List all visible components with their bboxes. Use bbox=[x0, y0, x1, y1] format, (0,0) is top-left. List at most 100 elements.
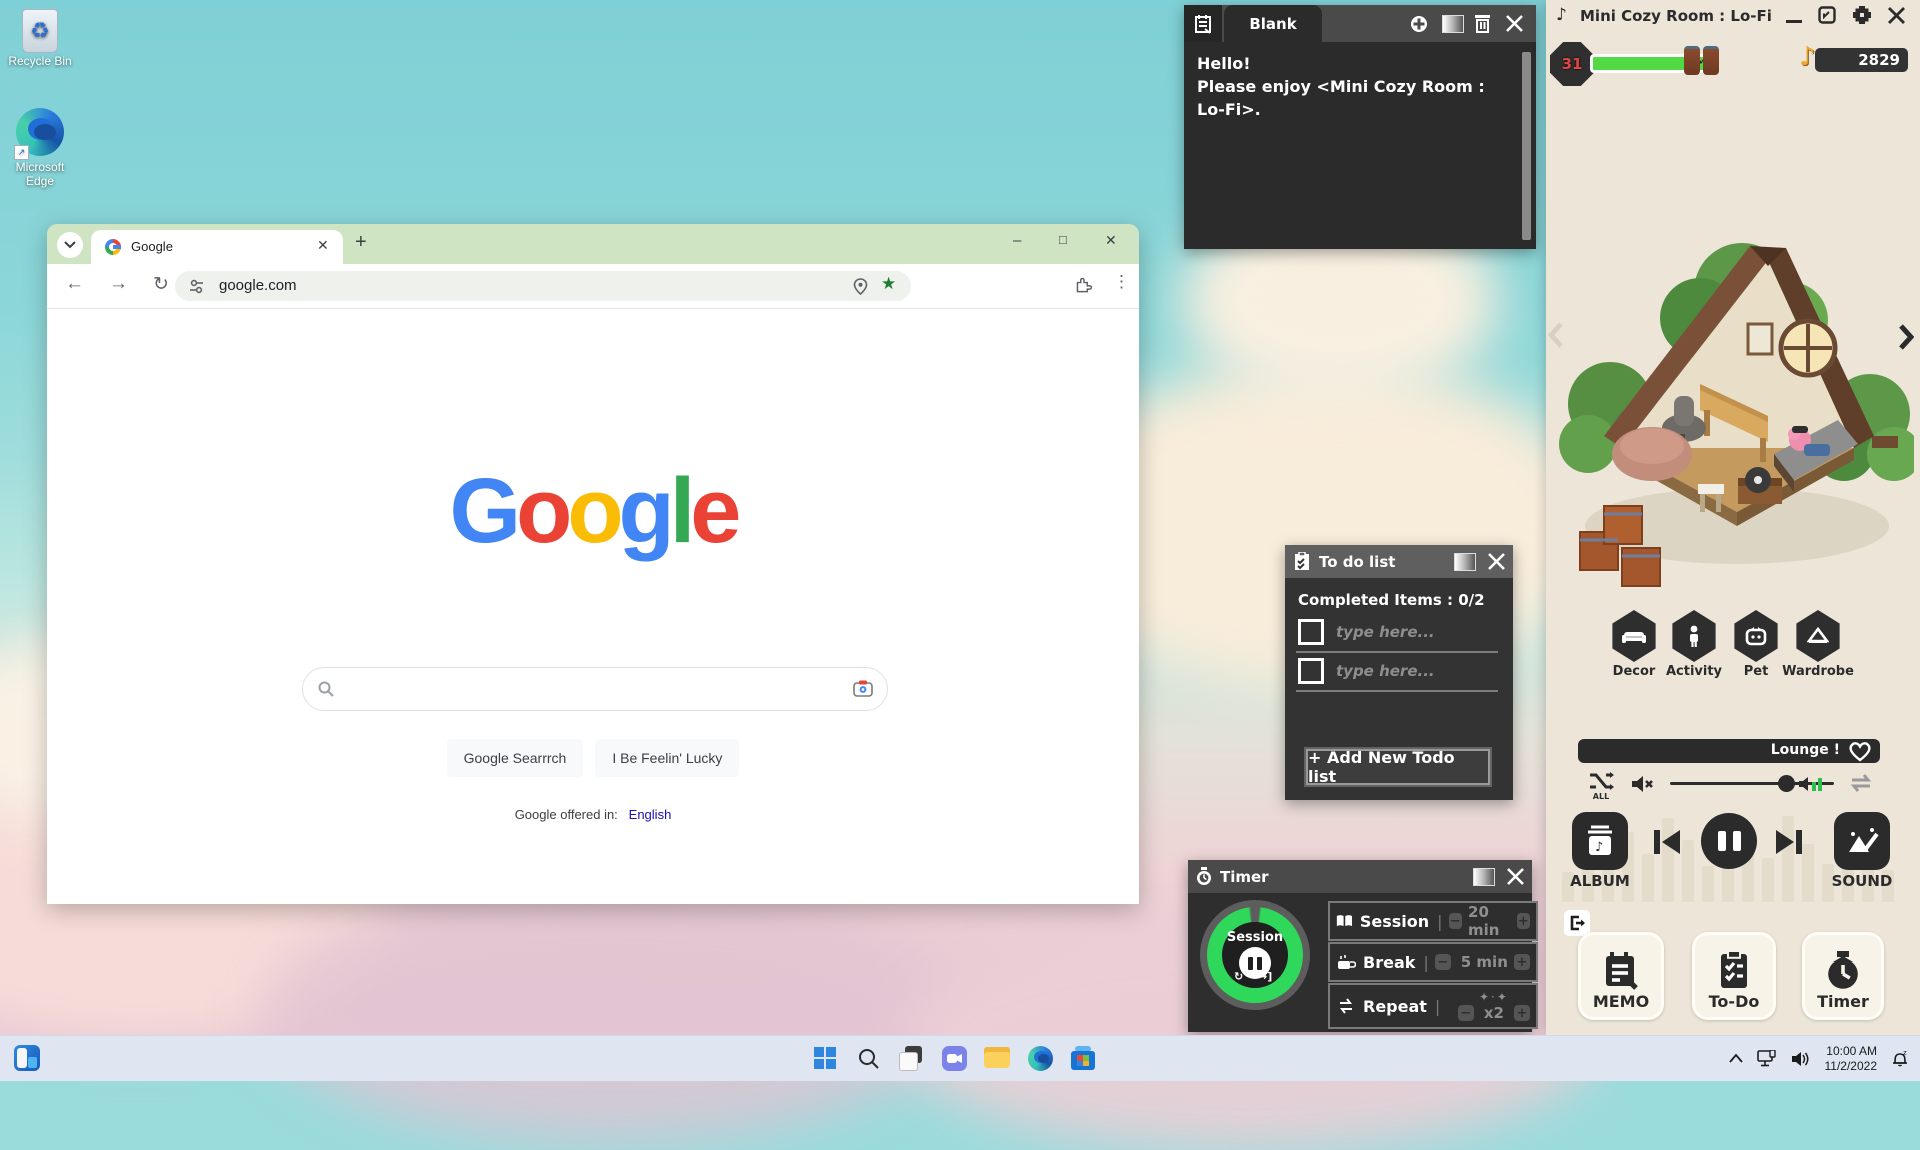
google-search-button[interactable]: Google Searrrch bbox=[447, 739, 584, 777]
browser-tab[interactable]: Google ✕ bbox=[91, 230, 343, 264]
plus-button[interactable]: + bbox=[1514, 954, 1530, 970]
task-view-button[interactable] bbox=[898, 1045, 924, 1071]
settings-gear-icon[interactable] bbox=[1852, 5, 1872, 25]
window-maximize-button[interactable]: □ bbox=[1059, 232, 1067, 247]
minus-button[interactable]: − bbox=[1435, 954, 1451, 970]
desktop-icon-recycle-bin[interactable]: ♻ Recycle Bin bbox=[2, 8, 78, 68]
memo-scrollbar[interactable] bbox=[1522, 52, 1531, 240]
volume-slider-knob[interactable] bbox=[1778, 775, 1795, 792]
start-button[interactable] bbox=[812, 1045, 838, 1071]
timer-titlebar[interactable]: Timer bbox=[1188, 860, 1532, 893]
timer-session-row: Session | − 20 min + bbox=[1328, 901, 1538, 941]
forward-icon[interactable]: → bbox=[109, 273, 128, 295]
camera-search-icon[interactable] bbox=[853, 680, 873, 698]
activity-button[interactable] bbox=[1670, 610, 1718, 662]
bookmark-star-icon[interactable]: ★ bbox=[881, 274, 896, 294]
widgets-button[interactable] bbox=[14, 1045, 40, 1071]
minimize-icon[interactable] bbox=[1786, 20, 1802, 23]
add-memo-icon[interactable] bbox=[1410, 15, 1428, 33]
timer-tool-button[interactable]: Timer bbox=[1802, 932, 1884, 1020]
store-button[interactable] bbox=[1070, 1045, 1096, 1071]
wardrobe-button[interactable] bbox=[1794, 610, 1842, 662]
sound-button[interactable] bbox=[1834, 812, 1890, 870]
decor-button[interactable] bbox=[1610, 610, 1658, 662]
tab-close-icon[interactable]: ✕ bbox=[317, 237, 329, 254]
plus-button[interactable]: + bbox=[1514, 1005, 1530, 1021]
location-icon[interactable] bbox=[853, 278, 868, 295]
stopwatch-icon bbox=[1196, 867, 1212, 886]
todo-tool-button[interactable]: To-Do bbox=[1692, 932, 1776, 1020]
file-explorer-button[interactable] bbox=[984, 1045, 1010, 1071]
trash-icon[interactable] bbox=[1474, 14, 1491, 33]
feeling-lucky-button[interactable]: I Be Feelin' Lucky bbox=[595, 739, 739, 777]
window-close-button[interactable]: ✕ bbox=[1105, 232, 1117, 249]
desktop-icon-edge[interactable]: ↗ Microsoft Edge bbox=[2, 104, 78, 188]
close-icon[interactable] bbox=[1507, 868, 1524, 885]
volume-tray-icon[interactable] bbox=[1791, 1051, 1811, 1067]
todo-checkbox[interactable] bbox=[1298, 658, 1324, 684]
loop-icon[interactable] bbox=[1848, 772, 1874, 794]
capture-icon[interactable] bbox=[1818, 6, 1836, 24]
heart-icon[interactable] bbox=[1848, 740, 1872, 762]
todo-checkbox[interactable] bbox=[1298, 619, 1324, 645]
opacity-icon[interactable] bbox=[1473, 868, 1495, 886]
window-minimize-button[interactable]: – bbox=[1013, 232, 1021, 249]
tray-chevron-icon[interactable] bbox=[1729, 1054, 1743, 1063]
google-favicon bbox=[105, 239, 121, 255]
playlist-banner[interactable]: Lounge ! bbox=[1578, 739, 1880, 763]
search-icon bbox=[318, 681, 334, 697]
reload-icon[interactable]: ↻ bbox=[153, 273, 169, 296]
mute-icon[interactable] bbox=[1630, 774, 1654, 794]
edge-taskbar-button[interactable] bbox=[1027, 1045, 1053, 1071]
barrels-icon[interactable] bbox=[1684, 46, 1719, 75]
timer-restart-icon[interactable]: ↻ bbox=[1234, 970, 1243, 983]
pet-button[interactable] bbox=[1732, 610, 1780, 662]
shuffle-icon bbox=[1588, 770, 1614, 792]
exit-room-button[interactable] bbox=[1564, 910, 1590, 936]
address-bar[interactable]: google.com ★ bbox=[175, 271, 911, 301]
taskbar-search-button[interactable] bbox=[855, 1045, 881, 1071]
search-input[interactable] bbox=[302, 667, 888, 711]
memo-tool-button[interactable]: MEMO bbox=[1578, 932, 1664, 1020]
url-text[interactable]: google.com bbox=[219, 277, 297, 294]
previous-track-icon[interactable] bbox=[1652, 828, 1682, 856]
taskbar-clock[interactable]: 10:00 AM 11/2/2022 bbox=[1825, 1044, 1878, 1074]
notification-bell-icon[interactable]: z bbox=[1891, 1049, 1910, 1068]
todo-item[interactable]: type here... bbox=[1298, 619, 1498, 645]
cozy-app-panel: ♪ Mini Cozy Room : Lo-Fi 31 ✓ ♪ 2829 bbox=[1546, 0, 1920, 1035]
pause-button[interactable] bbox=[1701, 813, 1757, 869]
tune-icon[interactable] bbox=[189, 279, 204, 294]
close-icon[interactable] bbox=[1488, 553, 1505, 570]
next-track-icon[interactable] bbox=[1774, 828, 1804, 856]
plus-button[interactable]: + bbox=[1517, 913, 1530, 929]
minus-button[interactable]: − bbox=[1449, 913, 1462, 929]
add-todo-button[interactable]: + Add New Todo list bbox=[1306, 749, 1490, 785]
new-tab-button[interactable]: + bbox=[355, 231, 367, 254]
memo-body[interactable]: Hello! Please enjoy <Mini Cozy Room : Lo… bbox=[1184, 42, 1536, 122]
close-icon[interactable] bbox=[1506, 15, 1523, 32]
shuffle-button[interactable]: ALL bbox=[1588, 770, 1614, 801]
album-button[interactable]: ♪ bbox=[1572, 812, 1628, 870]
network-icon[interactable] bbox=[1757, 1050, 1777, 1067]
todo-item-placeholder[interactable]: type here... bbox=[1336, 623, 1435, 641]
timer-exit-icon[interactable]: →] bbox=[1258, 970, 1272, 983]
menu-dots-icon[interactable]: ⋮ bbox=[1113, 272, 1130, 292]
room-prev-arrow-icon[interactable] bbox=[1548, 322, 1564, 348]
close-icon[interactable] bbox=[1888, 7, 1905, 24]
todo-item[interactable]: type here... bbox=[1298, 658, 1498, 684]
opacity-icon[interactable] bbox=[1442, 15, 1464, 33]
cozy-titlebar[interactable]: ♪ Mini Cozy Room : Lo-Fi bbox=[1546, 0, 1920, 34]
tab-search-button[interactable] bbox=[57, 232, 83, 258]
todo-titlebar[interactable]: To do list bbox=[1285, 545, 1513, 578]
opacity-icon[interactable] bbox=[1454, 553, 1476, 571]
memo-titlebar[interactable]: Blank bbox=[1184, 5, 1536, 42]
back-icon[interactable]: ← bbox=[65, 273, 84, 295]
extensions-icon[interactable] bbox=[1075, 276, 1094, 295]
minus-button[interactable]: − bbox=[1458, 1005, 1474, 1021]
language-link[interactable]: English bbox=[629, 807, 672, 822]
todo-item-placeholder[interactable]: type here... bbox=[1336, 662, 1435, 680]
svg-text:z: z bbox=[1903, 1049, 1907, 1057]
chat-button[interactable] bbox=[941, 1045, 967, 1071]
room-next-arrow-icon[interactable] bbox=[1898, 324, 1914, 350]
memo-tab[interactable]: Blank bbox=[1224, 5, 1322, 42]
